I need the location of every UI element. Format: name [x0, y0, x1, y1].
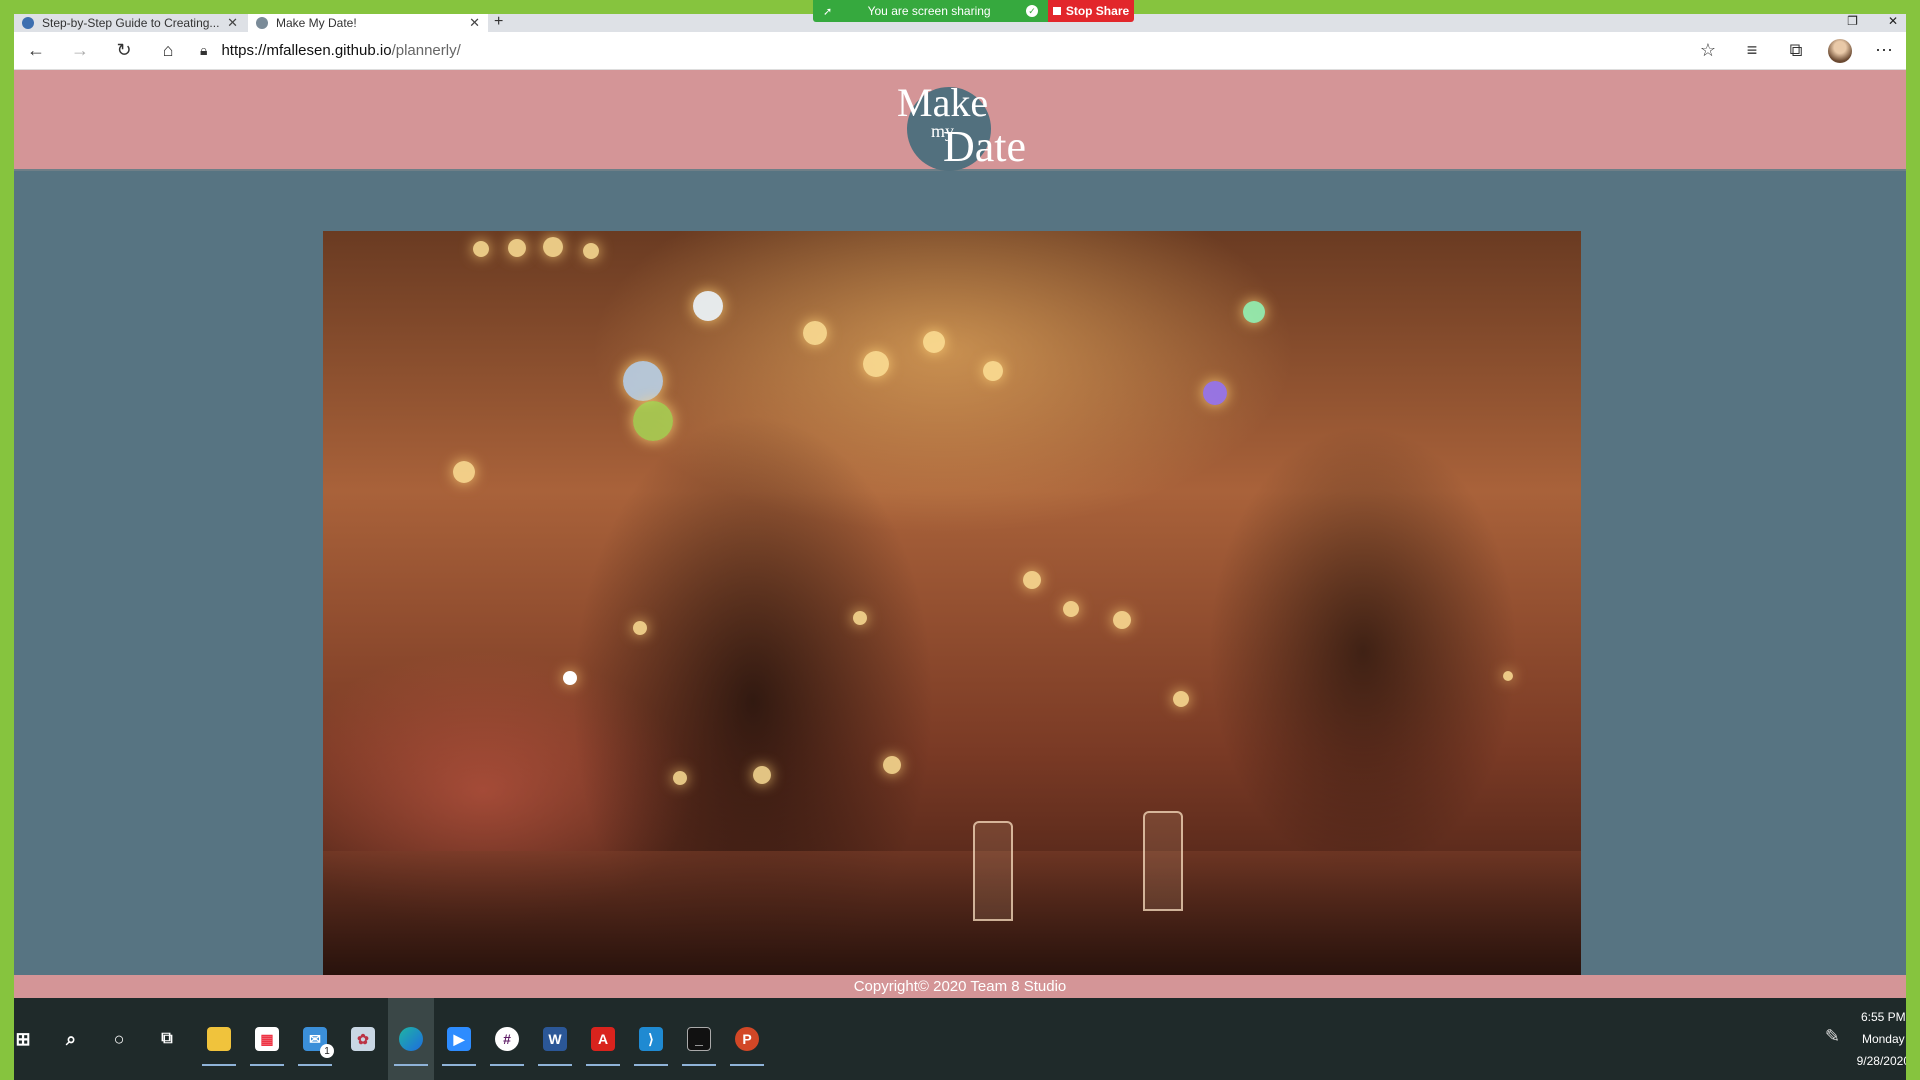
- powerpoint-icon: P: [735, 1027, 759, 1051]
- tab-favicon: [22, 17, 34, 29]
- hero-image: [323, 231, 1581, 975]
- new-tab-button[interactable]: +: [494, 14, 503, 30]
- forward-arrow-icon: →: [71, 40, 89, 60]
- taskbar-app-mail[interactable]: ✉ 1: [292, 998, 338, 1080]
- profile-avatar[interactable]: [1828, 38, 1852, 63]
- taskbar-app-paint[interactable]: ✿: [340, 998, 386, 1080]
- taskbar-app-terminal[interactable]: _: [676, 998, 722, 1080]
- slack-icon: #: [495, 1027, 519, 1051]
- palette-icon: ✿: [351, 1027, 375, 1051]
- stop-icon: [1052, 7, 1061, 15]
- toolbar-actions: ☆ ≡ ⧉ ⋯: [1686, 32, 1906, 70]
- favorites-list-icon: ≡: [1746, 40, 1758, 60]
- favorite-star-button[interactable]: ☆: [1686, 32, 1730, 70]
- window-controls: ❐ ✕: [1847, 14, 1898, 28]
- star-icon: ☆: [1699, 40, 1717, 60]
- wine-glass: [1143, 811, 1183, 911]
- shield-icon: ✓: [1025, 5, 1038, 17]
- share-status-text: You are screen sharing: [867, 4, 991, 18]
- restore-icon[interactable]: ❐: [1847, 14, 1858, 28]
- taskbar-app-vscode[interactable]: ⟩: [628, 998, 674, 1080]
- acrobat-icon: A: [591, 1027, 615, 1051]
- taskbar-app-powerpoint[interactable]: P: [724, 998, 770, 1080]
- more-dots-icon: ⋯: [1875, 40, 1893, 60]
- windows-icon: ⊞: [15, 1028, 31, 1049]
- stop-share-button[interactable]: Stop Share: [1048, 0, 1134, 22]
- stop-share-label: Stop Share: [1065, 4, 1130, 18]
- tab-make-my-date[interactable]: Make My Date! ✕: [248, 14, 488, 32]
- vscode-icon: ⟩: [639, 1027, 663, 1051]
- share-icon: ➚: [823, 5, 833, 18]
- back-button[interactable]: ←: [14, 32, 58, 70]
- refresh-icon: ↻: [116, 40, 132, 60]
- zoom-camera-icon: ▶: [447, 1027, 471, 1051]
- home-button[interactable]: ⌂: [146, 32, 190, 70]
- cortana-circle-icon: ○: [113, 1028, 125, 1049]
- copyright-text: Copyright© 2020 Team 8 Studio: [853, 978, 1067, 995]
- taskbar-app-zoom[interactable]: ▶: [436, 998, 482, 1080]
- close-icon[interactable]: ✕: [227, 15, 238, 31]
- tab-favicon: [256, 17, 268, 29]
- clock-date: 9/28/2020: [1856, 1054, 1910, 1068]
- cortana-button[interactable]: ○: [96, 998, 142, 1080]
- site-logo[interactable]: Make my Date: [887, 77, 1027, 171]
- windows-taskbar: ⊞ ⌕ ○ ⧉ ▦ ✉ 1 ✿ ▶ # W A ⟩ _ P ✎ 6:55 PM …: [0, 998, 1920, 1080]
- search-button[interactable]: ⌕: [48, 998, 94, 1080]
- task-view-icon: ⧉: [161, 1030, 173, 1047]
- share-status: ➚ You are screen sharing ✓: [813, 0, 1048, 22]
- address-bar[interactable]: 🔒︎ https://mfallesen.github.io/plannerly…: [190, 32, 1686, 70]
- url-path: /plannerly/: [391, 42, 461, 59]
- edge-icon: [399, 1027, 423, 1051]
- more-button[interactable]: ⋯: [1862, 32, 1906, 70]
- site-header: Make my Date: [14, 70, 1906, 171]
- task-view-button[interactable]: ⧉: [144, 998, 190, 1080]
- close-icon[interactable]: ✕: [469, 15, 480, 31]
- search-icon: ⌕: [65, 1028, 77, 1049]
- start-button[interactable]: ⊞: [0, 998, 46, 1080]
- wine-glass: [973, 821, 1013, 921]
- home-icon: ⌂: [162, 40, 174, 60]
- tab-title: Make My Date!: [276, 16, 357, 30]
- restaurant-table: [323, 851, 1581, 975]
- system-clock[interactable]: 6:55 PM Monday 9/28/2020: [1857, 998, 1910, 1080]
- lock-icon: 🔒︎: [200, 42, 208, 58]
- collections-icon: ⧉: [1789, 40, 1803, 60]
- tab-title: Step-by-Step Guide to Creating...: [42, 16, 220, 30]
- tab-guide[interactable]: Step-by-Step Guide to Creating... ✕: [14, 14, 246, 32]
- taskbar-app-edge[interactable]: [388, 998, 434, 1080]
- logo-make: Make: [897, 80, 989, 125]
- mail-badge: 1: [320, 1044, 334, 1058]
- collections-button[interactable]: ⧉: [1774, 32, 1818, 70]
- store-bag-icon: ▦: [255, 1027, 279, 1051]
- web-page: Make my Date Copyright© 2020 Team 8 Stud…: [14, 70, 1906, 998]
- refresh-button[interactable]: ↻: [102, 32, 146, 70]
- taskbar-app-store[interactable]: ▦: [244, 998, 290, 1080]
- taskbar-app-word[interactable]: W: [532, 998, 578, 1080]
- favorites-button[interactable]: ≡: [1730, 32, 1774, 70]
- url-host: https://mfallesen.github.io: [221, 42, 392, 59]
- screen-share-banner: ➚ You are screen sharing ✓ Stop Share: [813, 0, 1134, 22]
- pen-workspace-icon[interactable]: ✎: [1825, 1026, 1840, 1047]
- clock-time: 6:55 PM: [1860, 1010, 1906, 1024]
- terminal-icon: _: [687, 1027, 711, 1051]
- logo-date: Date: [943, 122, 1027, 171]
- browser-toolbar: ← → ↻ ⌂ 🔒︎ https://mfallesen.github.io/p…: [14, 32, 1906, 70]
- taskbar-app-acrobat[interactable]: A: [580, 998, 626, 1080]
- forward-button[interactable]: →: [58, 32, 102, 70]
- word-icon: W: [543, 1027, 567, 1051]
- taskbar-app-slack[interactable]: #: [484, 998, 530, 1080]
- site-footer: Copyright© 2020 Team 8 Studio: [14, 975, 1906, 998]
- back-arrow-icon: ←: [27, 40, 45, 60]
- taskbar-app-file-explorer[interactable]: [196, 998, 242, 1080]
- clock-day: Monday: [1861, 1032, 1905, 1046]
- folder-icon: [207, 1027, 231, 1051]
- window-close-icon[interactable]: ✕: [1888, 14, 1898, 28]
